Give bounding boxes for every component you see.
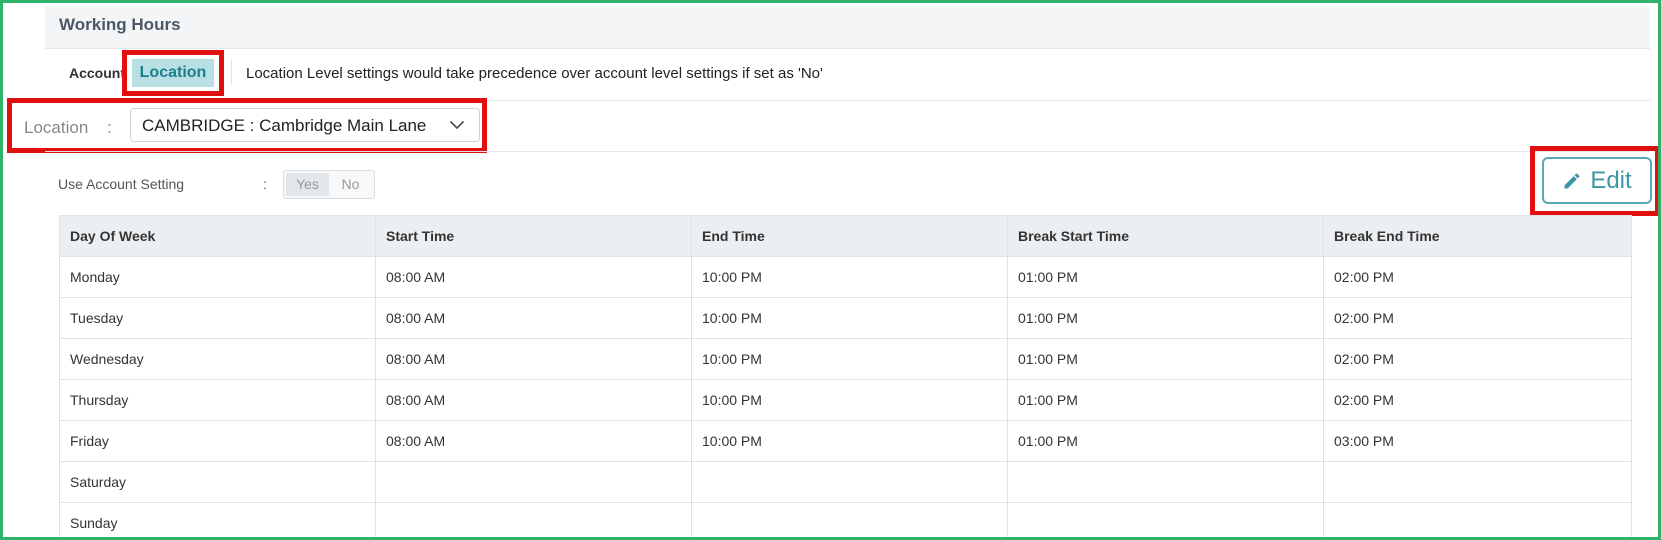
cell-break-end: 02:00 PM — [1323, 256, 1632, 298]
cell-day: Friday — [59, 420, 376, 462]
section-divider — [45, 151, 1650, 152]
cell-start: 08:00 AM — [375, 297, 692, 339]
table-row: Sunday — [59, 502, 1632, 537]
toggle-no[interactable]: No — [329, 173, 372, 196]
cell-start: 08:00 AM — [375, 379, 692, 421]
page-title: Working Hours — [59, 15, 181, 34]
cell-start: 08:00 AM — [375, 420, 692, 462]
use-account-setting-toggle[interactable]: Yes No — [283, 170, 375, 199]
highlight-box-location-tab: Location — [122, 50, 224, 96]
tab-location[interactable]: Location — [132, 59, 214, 87]
col-header-break-start: Break Start Time — [1007, 215, 1324, 257]
cell-break-start: 01:00 PM — [1007, 338, 1324, 380]
cell-end: 10:00 PM — [691, 420, 1008, 462]
table-row: Tuesday 08:00 AM 10:00 PM 01:00 PM 02:00… — [59, 297, 1632, 339]
table-row: Thursday 08:00 AM 10:00 PM 01:00 PM 02:0… — [59, 379, 1632, 421]
cell-break-end: 02:00 PM — [1323, 297, 1632, 339]
cell-break-end: 03:00 PM — [1323, 420, 1632, 462]
cell-end — [691, 502, 1008, 537]
use-account-setting-label: Use Account Setting — [58, 176, 185, 192]
cell-end: 10:00 PM — [691, 256, 1008, 298]
table-row: Wednesday 08:00 AM 10:00 PM 01:00 PM 02:… — [59, 338, 1632, 380]
cell-day: Thursday — [59, 379, 376, 421]
cell-day: Sunday — [59, 502, 376, 537]
cell-break-start: 01:00 PM — [1007, 420, 1324, 462]
cell-break-end — [1323, 461, 1632, 503]
cell-start — [375, 502, 692, 537]
cell-start — [375, 461, 692, 503]
highlight-box-location-select: Location : CAMBRIDGE : Cambridge Main La… — [7, 98, 487, 153]
precedence-note: Location Level settings would take prece… — [246, 65, 823, 82]
cell-break-start: 01:00 PM — [1007, 379, 1324, 421]
cell-end — [691, 461, 1008, 503]
table-row: Saturday — [59, 461, 1632, 503]
location-selected-value: CAMBRIDGE : Cambridge Main Lane — [142, 116, 427, 135]
cell-day: Tuesday — [59, 297, 376, 339]
table-row: Monday 08:00 AM 10:00 PM 01:00 PM 02:00 … — [59, 256, 1632, 298]
col-header-day: Day Of Week — [59, 215, 376, 257]
cell-break-end: 02:00 PM — [1323, 379, 1632, 421]
col-header-start: Start Time — [375, 215, 692, 257]
use-account-setting-colon: : — [263, 176, 267, 192]
working-hours-table: Day Of Week Start Time End Time Break St… — [59, 215, 1632, 537]
table-header-row: Day Of Week Start Time End Time Break St… — [59, 215, 1632, 257]
cell-day: Saturday — [59, 461, 376, 503]
cell-end: 10:00 PM — [691, 297, 1008, 339]
edit-button[interactable]: Edit — [1542, 157, 1652, 204]
cell-break-start — [1007, 502, 1324, 537]
table-row: Friday 08:00 AM 10:00 PM 01:00 PM 03:00 … — [59, 420, 1632, 462]
tab-account[interactable]: Account — [69, 65, 125, 81]
chevron-down-icon — [450, 121, 464, 129]
cell-break-end — [1323, 502, 1632, 537]
section-header: Working Hours — [45, 6, 1650, 49]
pencil-icon — [1564, 172, 1580, 188]
cell-end: 10:00 PM — [691, 338, 1008, 380]
cell-start: 08:00 AM — [375, 256, 692, 298]
location-dropdown[interactable]: CAMBRIDGE : Cambridge Main Lane — [130, 108, 480, 142]
cell-end: 10:00 PM — [691, 379, 1008, 421]
toggle-yes[interactable]: Yes — [286, 173, 329, 196]
cell-start: 08:00 AM — [375, 338, 692, 380]
tab-divider — [231, 59, 232, 85]
edit-button-label: Edit — [1590, 166, 1632, 194]
highlight-box-edit: Edit — [1530, 146, 1658, 216]
location-label: Location — [24, 118, 89, 137]
cell-break-start — [1007, 461, 1324, 503]
screenshot-frame: Working Hours Account Location Location … — [0, 0, 1661, 540]
cell-day: Monday — [59, 256, 376, 298]
cell-day: Wednesday — [59, 338, 376, 380]
cell-break-start: 01:00 PM — [1007, 297, 1324, 339]
col-header-end: End Time — [691, 215, 1008, 257]
col-header-break-end: Break End Time — [1323, 215, 1632, 257]
level-tabs: Account Location Location Level settings… — [45, 49, 1650, 101]
cell-break-start: 01:00 PM — [1007, 256, 1324, 298]
cell-break-end: 02:00 PM — [1323, 338, 1632, 380]
location-colon: : — [107, 118, 112, 137]
